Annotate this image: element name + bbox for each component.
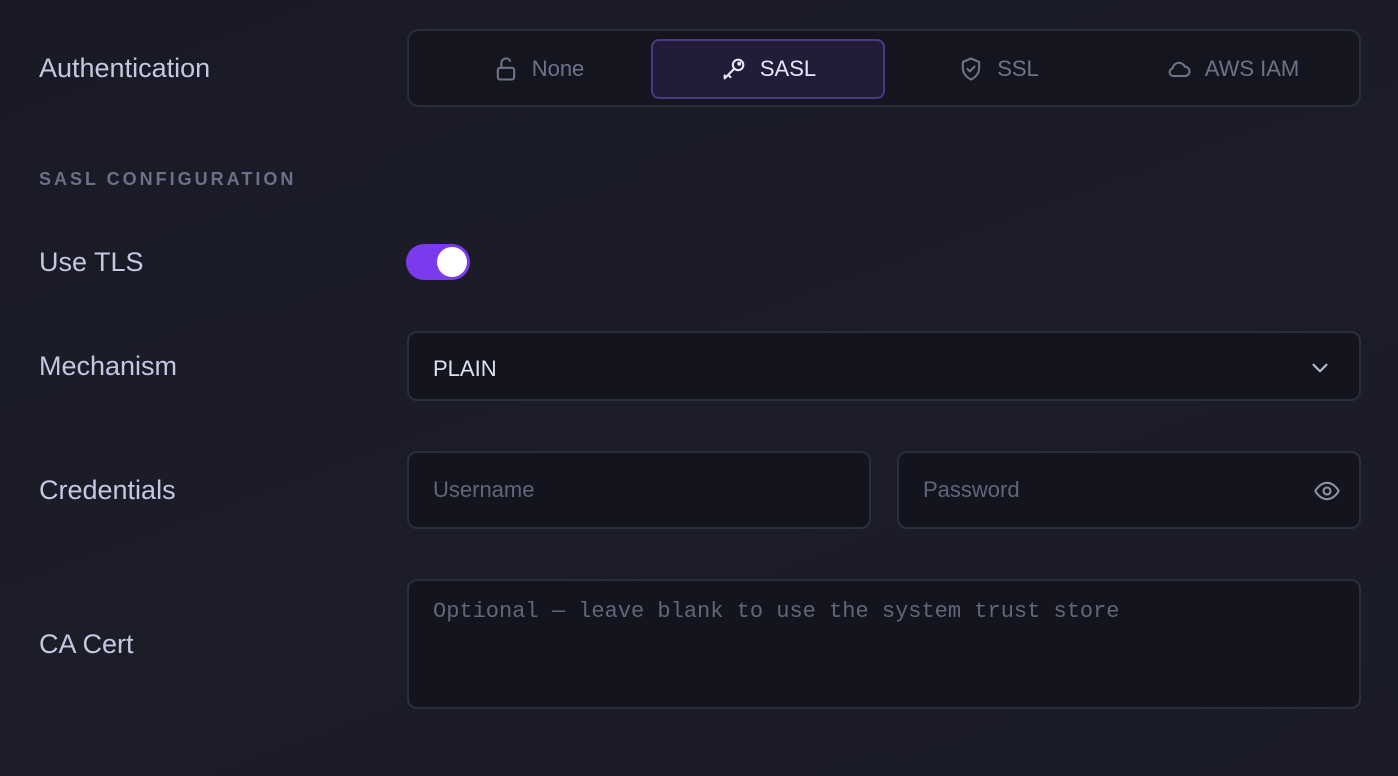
use-tls-toggle[interactable] — [406, 244, 470, 280]
auth-option-label: SASL — [759, 56, 817, 81]
auth-option-none[interactable]: None — [427, 39, 649, 99]
cloud-icon — [1168, 61, 1191, 78]
toggle-knob — [437, 247, 467, 277]
ca-cert-label: CA Cert — [39, 629, 134, 659]
authentication-label: Authentication — [39, 53, 211, 83]
unlock-icon — [496, 57, 515, 81]
ca-cert-field-wrapper — [407, 579, 1361, 709]
auth-option-label: SSL — [997, 56, 1039, 81]
sasl-settings-panel: Authentication None SASL SSL AWS IAM SAS… — [0, 0, 1398, 776]
auth-option-label: None — [531, 56, 585, 81]
auth-option-ssl[interactable]: SSL — [887, 39, 1109, 99]
ca-cert-textarea[interactable] — [433, 599, 1333, 699]
auth-option-label: AWS IAM — [1204, 56, 1300, 81]
use-tls-label: Use TLS — [39, 247, 144, 277]
authentication-selector: None SASL SSL AWS IAM — [407, 29, 1361, 107]
mechanism-select[interactable]: PLAIN — [407, 331, 1361, 401]
username-field-wrapper — [407, 451, 871, 529]
mechanism-value: PLAIN — [433, 356, 497, 381]
credentials-label: Credentials — [39, 475, 176, 505]
section-title: SASL CONFIGURATION — [39, 169, 297, 189]
chevron-down-icon — [1312, 363, 1328, 373]
username-input[interactable] — [433, 453, 813, 527]
password-field-wrapper — [897, 451, 1361, 529]
password-input[interactable] — [923, 453, 1303, 527]
shield-icon — [961, 57, 981, 81]
auth-option-sasl[interactable]: SASL — [651, 39, 885, 99]
eye-icon[interactable] — [1311, 477, 1343, 505]
auth-option-aws-iam[interactable]: AWS IAM — [1121, 39, 1343, 99]
mechanism-label: Mechanism — [39, 351, 178, 381]
key-icon — [723, 58, 745, 80]
